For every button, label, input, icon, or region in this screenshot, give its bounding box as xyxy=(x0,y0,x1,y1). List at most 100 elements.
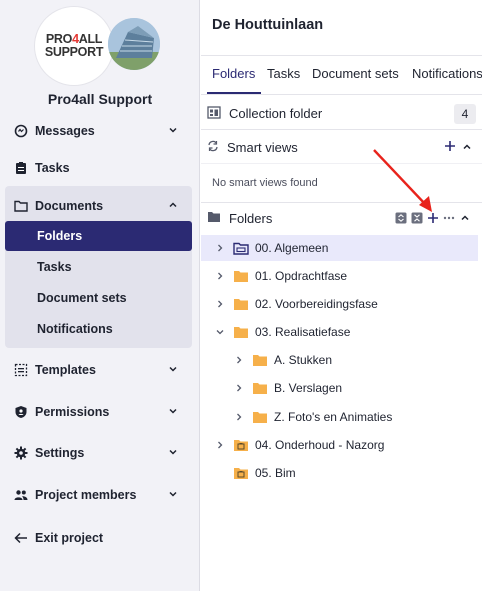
tree-item-label: A. Stukken xyxy=(274,353,333,367)
collection-folder-row[interactable]: Collection folder 4 xyxy=(201,97,482,129)
sidebar-item-permissions[interactable]: Permissions xyxy=(6,398,192,426)
sidebar-item-project-members[interactable]: Project members xyxy=(6,481,192,509)
sidebar-item-documents[interactable]: Documents xyxy=(6,192,192,220)
tree-item-label: Z. Foto's en Animaties xyxy=(274,410,393,424)
sidebar-item-label: Exit project xyxy=(35,531,104,545)
sidebar-subitem-notifications[interactable]: Notifications xyxy=(5,314,192,344)
tree-item[interactable]: 01. Opdrachtfase xyxy=(201,263,478,289)
chevron-down-icon xyxy=(169,449,177,455)
add-smart-view-icon[interactable] xyxy=(444,140,456,152)
chevron-down-icon xyxy=(169,127,177,133)
chevron-up-icon[interactable] xyxy=(460,213,470,223)
chevron-right-icon[interactable] xyxy=(234,383,244,393)
tree-item-label: 03. Realisatiefase xyxy=(255,325,351,339)
tree-item[interactable]: 02. Voorbereidingsfase xyxy=(201,291,478,317)
sidebar-item-messages[interactable]: Messages xyxy=(6,117,192,145)
shield-icon xyxy=(14,405,28,419)
sidebar-subitem-folders[interactable]: Folders xyxy=(5,221,192,251)
folder-icon xyxy=(14,199,28,213)
sidebar-item-label: Templates xyxy=(35,363,96,377)
tree-item[interactable]: 05. Bim xyxy=(201,460,478,486)
folder-icon xyxy=(253,411,267,423)
chevron-up-icon[interactable] xyxy=(462,142,472,152)
brand: PRO4ALL SUPPORT Pro4all Support xyxy=(0,0,199,112)
more-options-icon[interactable] xyxy=(443,212,455,224)
tab-document-sets[interactable]: Document sets xyxy=(312,66,399,81)
chevron-right-icon[interactable] xyxy=(215,299,225,309)
tree-item-label: 04. Onderhoud - Nazorg xyxy=(255,438,385,452)
smart-views-header[interactable]: Smart views xyxy=(201,131,482,163)
chevron-right-icon[interactable] xyxy=(234,412,244,422)
tree-item-label: 01. Opdrachtfase xyxy=(255,269,348,283)
divider xyxy=(201,163,482,164)
chevron-right-icon[interactable] xyxy=(215,440,225,450)
folder-icon xyxy=(234,270,248,282)
folder-icon xyxy=(234,326,248,338)
logo-text-line2: SUPPORT xyxy=(44,45,104,59)
sidebar-item-label: Project members xyxy=(35,488,137,502)
tree-item[interactable]: A. Stukken xyxy=(201,347,478,373)
folder-icon xyxy=(253,382,267,394)
tree-item[interactable]: 04. Onderhoud - Nazorg xyxy=(201,432,478,458)
sidebar: PRO4ALL SUPPORT Pro4all Support Messages xyxy=(0,0,200,591)
main-panel: De Houttuinlaan Folders Tasks Document s… xyxy=(201,0,482,591)
collection-folder-label: Collection folder xyxy=(229,105,323,121)
chevron-right-icon[interactable] xyxy=(215,271,225,281)
chevron-down-icon xyxy=(169,408,177,414)
chevron-down-icon[interactable] xyxy=(215,327,225,337)
messages-icon xyxy=(14,124,28,138)
tree-item[interactable]: Z. Foto's en Animaties xyxy=(201,404,478,430)
sidebar-subitem-tasks[interactable]: Tasks xyxy=(5,252,192,282)
divider xyxy=(201,129,482,130)
collection-folder-icon xyxy=(233,242,249,255)
smart-views-empty-message: No smart views found xyxy=(212,177,318,189)
tree-item[interactable]: 03. Realisatiefase xyxy=(201,319,478,345)
arrow-left-icon xyxy=(14,531,28,545)
sidebar-item-settings[interactable]: Settings xyxy=(6,439,192,467)
tree-item[interactable]: B. Verslagen xyxy=(201,375,478,401)
templates-icon xyxy=(14,363,28,377)
folder-icon xyxy=(253,354,267,366)
tab-notifications[interactable]: Notifications xyxy=(412,66,482,81)
sidebar-item-templates[interactable]: Templates xyxy=(6,356,192,384)
folder-icon xyxy=(234,298,248,310)
brand-name: Pro4all Support xyxy=(47,91,153,107)
collection-count-badge: 4 xyxy=(454,104,476,124)
sidebar-subitem-document-sets[interactable]: Document sets xyxy=(5,283,192,313)
chevron-up-icon xyxy=(169,202,177,208)
smart-views-icon xyxy=(207,140,219,155)
sidebar-item-label: Settings xyxy=(35,446,85,460)
collection-folder-icon xyxy=(207,105,221,122)
folders-label: Folders xyxy=(229,210,273,226)
chevron-right-icon[interactable] xyxy=(215,243,225,253)
sidebar-item-exit-project[interactable]: Exit project xyxy=(6,524,192,552)
tab-bar: Folders Tasks Document sets Notification… xyxy=(201,55,482,95)
chevron-right-icon[interactable] xyxy=(234,355,244,365)
archive-folder-icon xyxy=(234,467,248,479)
sidebar-item-label: Tasks xyxy=(35,161,70,175)
annotation-arrow xyxy=(373,149,432,212)
page-title: De Houttuinlaan xyxy=(212,17,324,33)
tab-tasks[interactable]: Tasks xyxy=(267,66,300,81)
project-photo xyxy=(108,18,160,70)
people-icon xyxy=(14,488,28,502)
sidebar-item-tasks[interactable]: Tasks xyxy=(6,154,192,182)
archive-folder-icon xyxy=(234,439,248,451)
chevron-down-icon xyxy=(169,491,177,497)
sidebar-item-label: Messages xyxy=(35,124,95,138)
tree-item-label: B. Verslagen xyxy=(274,381,343,395)
chevron-down-icon xyxy=(169,366,177,372)
tree-item-label: 05. Bim xyxy=(255,466,296,480)
gear-icon xyxy=(14,446,28,460)
tree-item-label: 00. Algemeen xyxy=(255,241,329,255)
pro4all-logo: PRO4ALL SUPPORT xyxy=(35,7,113,85)
active-tab-indicator xyxy=(207,92,261,94)
sidebar-item-label: Permissions xyxy=(35,405,110,419)
smart-views-label: Smart views xyxy=(227,139,298,155)
tree-item-label: 02. Voorbereidingsfase xyxy=(255,297,378,311)
clipboard-icon xyxy=(14,161,28,175)
tree-item[interactable]: 00. Algemeen xyxy=(201,235,478,261)
tab-folders[interactable]: Folders xyxy=(212,66,255,81)
sidebar-item-label: Documents xyxy=(35,199,104,213)
folder-icon xyxy=(207,211,221,226)
